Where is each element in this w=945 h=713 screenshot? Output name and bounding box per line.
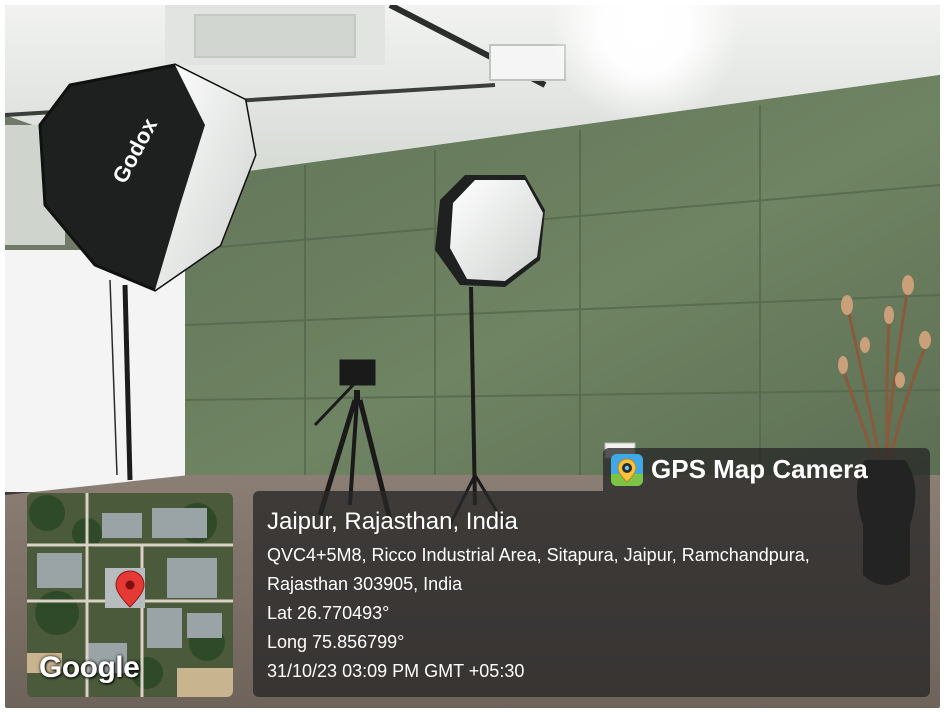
address-line-2: Rajasthan 303905, India (267, 574, 463, 594)
app-name-label: GPS Map Camera (651, 454, 868, 484)
datetime-text: 31/10/23 03:09 PM GMT +05:30 (267, 661, 525, 681)
map-pin-camera-icon (611, 453, 643, 486)
location-map-thumbnail: Google (27, 493, 233, 697)
location-info-panel: Jaipur, Rajasthan, India QVC4+5M8, Ricco… (253, 491, 930, 697)
google-attribution: Google (39, 651, 140, 684)
gps-map-camera-badge: GPS Map Camera (603, 448, 930, 491)
place-name: Jaipur, Rajasthan, India (267, 508, 518, 535)
longitude-text: Long 75.856799° (267, 632, 405, 652)
address-line-1: QVC4+5M8, Ricco Industrial Area, Sitapur… (267, 545, 810, 565)
latitude-text: Lat 26.770493° (267, 603, 390, 623)
